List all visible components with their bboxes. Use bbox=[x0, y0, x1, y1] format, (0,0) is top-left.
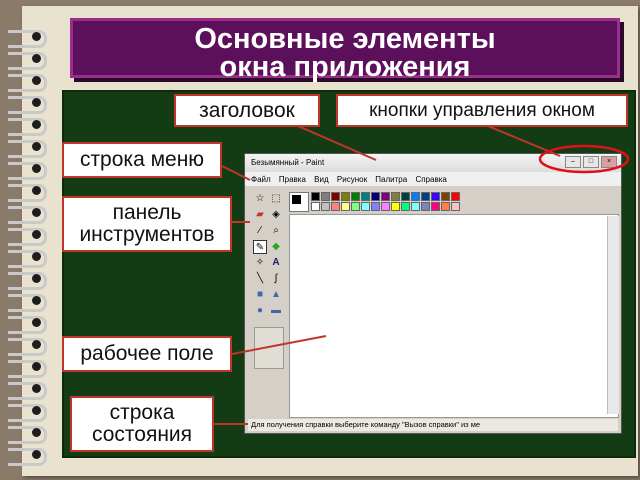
pointer-title bbox=[297, 125, 377, 161]
highlight-buttons bbox=[538, 144, 630, 174]
callout-lines bbox=[214, 125, 630, 425]
pointer-menu bbox=[221, 165, 251, 181]
pointer-workspace bbox=[231, 335, 327, 355]
